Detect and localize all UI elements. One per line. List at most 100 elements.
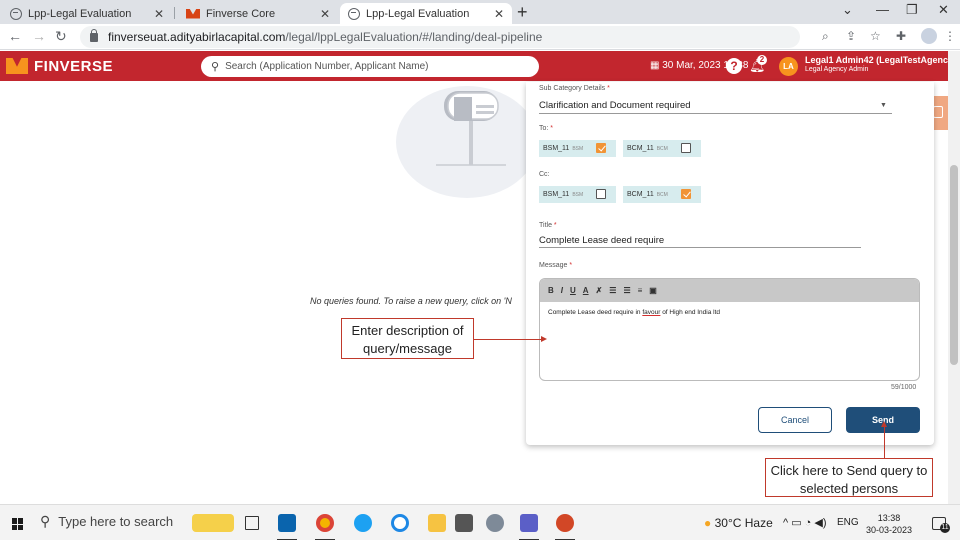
window-close-button[interactable]: ✕ <box>938 2 949 18</box>
clear-format-icon[interactable]: ✗ <box>596 286 603 295</box>
network-app-icon[interactable] <box>486 514 504 532</box>
tray-icons[interactable]: ^ ▭ ◔ ◀) <box>783 516 827 529</box>
browser-menu-icon[interactable]: ⋮ <box>944 29 956 43</box>
message-hint-arrow <box>474 339 542 340</box>
cc-bcm-checkbox[interactable] <box>681 189 691 199</box>
chrome-icon[interactable] <box>316 514 334 532</box>
globe-icon <box>348 7 360 20</box>
send-hint-arrow <box>884 426 885 458</box>
message-editor[interactable]: B I U A ✗ ☰ ☰ ≡ ▣ Complete Lease deed re… <box>539 278 920 381</box>
calculator-icon[interactable] <box>455 514 473 532</box>
browser-tab-2[interactable]: Finverse Core ✕ <box>178 3 338 24</box>
title-input[interactable]: Complete Lease deed require <box>539 235 664 246</box>
message-hint-callout: Enter description of query/message <box>341 318 474 359</box>
cc-bsm-checkbox[interactable] <box>596 189 606 199</box>
windows-start-icon[interactable] <box>12 518 24 530</box>
to-bcm-checkbox[interactable] <box>681 143 691 153</box>
globe-icon <box>10 7 22 20</box>
bullet-list-icon[interactable]: ☰ <box>623 286 630 295</box>
file-explorer-icon[interactable] <box>428 514 446 532</box>
internet-explorer-icon[interactable] <box>391 514 409 532</box>
zoom-icon[interactable]: ⌕ <box>822 29 829 44</box>
forward-icon[interactable]: → <box>32 28 46 44</box>
cancel-button[interactable]: Cancel <box>758 407 832 433</box>
document-icon <box>933 106 943 118</box>
chevron-down-icon[interactable]: ▼ <box>880 102 887 109</box>
notification-count-badge: 11 <box>940 523 950 533</box>
help-icon[interactable]: ? <box>726 58 742 74</box>
char-counter: 59/1000 <box>891 384 917 391</box>
global-search-input[interactable]: ⚲ Search (Application Number, Applicant … <box>201 56 539 77</box>
maximize-button[interactable]: ❐ <box>906 2 918 18</box>
user-name: Legal1 Admin42 (LegalTestAgency_1_4: <box>805 55 960 65</box>
weather-status[interactable]: ● 30°C Haze <box>704 516 773 530</box>
cc-chip-bcm[interactable]: BCM_11 BCM <box>623 186 701 203</box>
weather-widget-icon[interactable] <box>192 514 234 532</box>
notification-badge: 2 <box>757 55 767 65</box>
outlook-icon[interactable] <box>278 514 296 532</box>
empty-state-message: No queries found. To raise a new query, … <box>310 296 512 306</box>
search-icon: ⚲ <box>211 61 220 73</box>
brand-name: FINVERSE <box>34 58 114 75</box>
tab-title: Lpp-Legal Evaluation <box>28 7 132 20</box>
sun-icon: ● <box>704 516 712 530</box>
sub-category-label: Sub Category Details * <box>539 85 610 92</box>
tab-search-icon[interactable]: ⌄ <box>842 2 853 18</box>
image-icon[interactable]: ▣ <box>649 286 657 295</box>
editor-toolbar: B I U A ✗ ☰ ☰ ≡ ▣ <box>540 279 919 302</box>
language-indicator[interactable]: ENG <box>837 517 859 528</box>
arrow-right-icon <box>541 336 547 342</box>
to-bsm-checkbox[interactable] <box>596 143 606 153</box>
send-button[interactable]: Send <box>846 407 920 433</box>
task-view-icon[interactable] <box>245 516 259 530</box>
profile-avatar[interactable] <box>921 28 937 44</box>
finverse-logo-icon <box>6 58 28 74</box>
align-icon[interactable]: ≡ <box>638 286 643 295</box>
close-icon[interactable]: ✕ <box>154 7 164 21</box>
os-taskbar: ⚲ Type here to search ● 30°C Haze ^ ▭ ◔ … <box>0 504 960 540</box>
underline-icon[interactable]: U <box>570 286 576 295</box>
send-hint-callout: Click here to Send query to selected per… <box>765 458 933 497</box>
new-tab-button[interactable]: + <box>517 2 528 23</box>
system-clock[interactable]: 13:38 30-03-2023 <box>866 512 912 536</box>
extensions-icon[interactable]: ✚ <box>896 29 906 43</box>
reload-icon[interactable]: ↻ <box>55 28 67 45</box>
calendar-icon: ▦ <box>650 60 663 71</box>
sub-category-select[interactable]: Clarification and Document required <box>539 100 691 111</box>
lock-icon <box>90 28 98 42</box>
powerpoint-icon[interactable] <box>556 514 574 532</box>
taskbar-search[interactable]: ⚲ Type here to search <box>40 513 173 530</box>
bold-icon[interactable]: B <box>548 286 554 295</box>
close-icon[interactable]: ✕ <box>494 7 504 21</box>
bookmark-star-icon[interactable]: ☆ <box>870 29 881 43</box>
url-field[interactable]: finverseuat.adityabirlacapital.com/legal… <box>80 26 800 48</box>
close-icon[interactable]: ✕ <box>320 7 330 21</box>
title-label: Title * <box>539 222 557 229</box>
back-icon[interactable]: ← <box>8 28 22 44</box>
tab-title: Lpp-Legal Evaluation <box>366 7 470 20</box>
minimize-button[interactable]: — <box>876 2 889 17</box>
finverse-favicon-icon <box>186 8 200 19</box>
url-path: /legal/lppLegalEvaluation/#/landing/deal… <box>285 30 543 44</box>
to-chip-bsm[interactable]: BSM_11 BSM <box>539 140 616 157</box>
message-text[interactable]: Complete Lease deed require in favour of… <box>540 302 919 323</box>
user-role: Legal Agency Admin <box>805 66 869 73</box>
ordered-list-icon[interactable]: ☰ <box>609 286 616 295</box>
share-icon[interactable]: ⇪ <box>846 29 856 43</box>
search-placeholder: Search (Application Number, Applicant Na… <box>225 61 429 72</box>
app-header: FINVERSE ⚲ Search (Application Number, A… <box>0 51 960 81</box>
url-host: finverseuat.adityabirlacapital.com <box>108 30 286 44</box>
browser-tab-3-active[interactable]: Lpp-Legal Evaluation ✕ <box>340 3 512 24</box>
browser-tab-1[interactable]: Lpp-Legal Evaluation ✕ <box>2 3 172 24</box>
edge-icon[interactable] <box>354 514 372 532</box>
to-chip-bcm[interactable]: BCM_11 BCM <box>623 140 701 157</box>
text-color-icon[interactable]: A <box>583 286 589 295</box>
scrollbar-thumb[interactable] <box>950 165 958 365</box>
search-icon: ⚲ <box>40 513 51 529</box>
cc-chip-bsm[interactable]: BSM_11 BSM <box>539 186 616 203</box>
user-avatar[interactable]: LA <box>779 57 798 76</box>
arrow-up-icon <box>881 421 887 427</box>
to-label: To: * <box>539 125 554 132</box>
italic-icon[interactable]: I <box>561 286 563 295</box>
teams-icon[interactable] <box>520 514 538 532</box>
